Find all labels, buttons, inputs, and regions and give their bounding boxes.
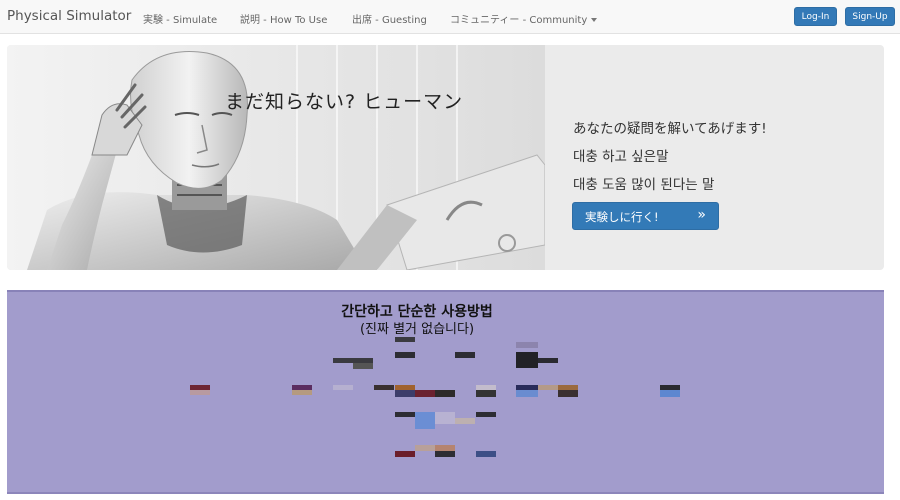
hero-line-question: あなたの疑問を解いてあげます! — [573, 121, 767, 137]
hero-line-1: 대충 하고 싶은말 — [573, 149, 669, 165]
nav-simulate[interactable]: 実験 - Simulate — [143, 11, 217, 26]
signup-button[interactable]: Sign-Up — [845, 7, 895, 26]
nav-how-to-use[interactable]: 説明 - How To Use — [240, 11, 327, 26]
nav-guesting[interactable]: 出席 - Guesting — [352, 11, 427, 26]
login-button[interactable]: Log-In — [794, 7, 837, 26]
usage-panel: 간단하고 단순한 사용방법 (진짜 별거 없습니다) — [7, 290, 884, 494]
brand-link[interactable]: Physical Simulator — [7, 8, 131, 24]
nav-community-dropdown[interactable]: コミュニティー - Community — [450, 11, 598, 26]
caret-down-icon — [591, 18, 598, 22]
robot-image — [7, 45, 545, 270]
usage-subtitle: (진짜 별거 없습니다) — [359, 322, 475, 337]
hero-caption: まだ知らない? ヒューマン — [225, 91, 464, 113]
go-simulate-button[interactable]: 実験しに行く! » — [572, 202, 719, 230]
hero-jumbotron: まだ知らない? ヒューマン あなたの疑問を解いてあげます! 대충 하고 싶은말 … — [7, 45, 884, 270]
nav-community-label: コミュニティー - Community — [450, 15, 588, 26]
top-navbar: Physical Simulator 実験 - Simulate 説明 - Ho… — [0, 0, 900, 34]
hero-line-2: 대충 도움 많이 된다는 말 — [573, 177, 715, 193]
double-chevron-right-icon: » — [697, 207, 706, 223]
go-simulate-label: 実験しに行く! — [585, 210, 659, 224]
